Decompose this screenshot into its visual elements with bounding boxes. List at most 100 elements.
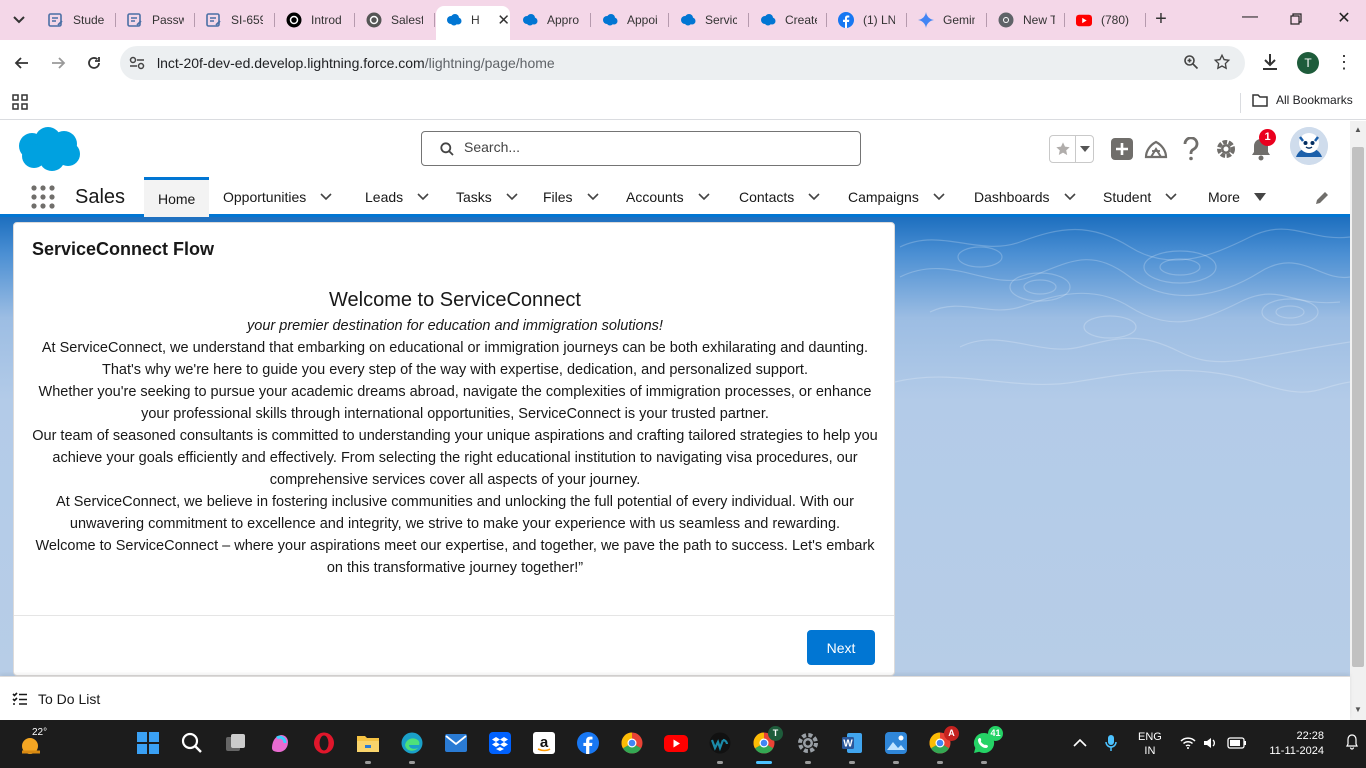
nav-item-campaigns[interactable]: Campaigns: [848, 177, 945, 217]
nav-item-student[interactable]: Student: [1103, 177, 1177, 217]
browser-tab[interactable]: (1) LN: [828, 6, 907, 34]
chevron-down-icon[interactable]: [506, 193, 518, 201]
tab-search-button[interactable]: [6, 8, 32, 32]
search-icon[interactable]: [179, 730, 205, 756]
help-icon[interactable]: [1178, 136, 1204, 162]
edit-nav-pencil-icon[interactable]: [1314, 190, 1330, 209]
mail-icon[interactable]: [443, 730, 469, 756]
nav-item-files[interactable]: Files: [543, 177, 599, 217]
weather-widget[interactable]: 22°: [18, 727, 50, 760]
search-input[interactable]: [464, 139, 844, 155]
opera-icon[interactable]: [311, 730, 337, 756]
minimize-button[interactable]: —: [1238, 8, 1262, 32]
webex-icon[interactable]: [707, 730, 733, 756]
caret-down-icon[interactable]: [1253, 193, 1266, 201]
browser-tab[interactable]: Appro: [512, 6, 591, 34]
site-info-icon[interactable]: [128, 55, 146, 74]
browser-tab[interactable]: Salesf: [356, 6, 435, 34]
wifi-icon[interactable]: [1180, 737, 1196, 752]
chevron-down-icon[interactable]: [933, 193, 945, 201]
chevron-down-icon[interactable]: [320, 193, 332, 201]
scroll-down-arrow-icon[interactable]: ▼: [1354, 705, 1362, 714]
back-button[interactable]: [10, 51, 34, 75]
browser-tab[interactable]: Create: [750, 6, 827, 34]
reload-button[interactable]: [82, 51, 106, 75]
edge-icon[interactable]: [399, 730, 425, 756]
profile-avatar[interactable]: T: [1297, 52, 1319, 74]
scrollbar-thumb[interactable]: [1352, 147, 1364, 667]
global-search-box[interactable]: [421, 131, 861, 166]
apps-grid-icon[interactable]: [12, 94, 28, 113]
file-explorer-icon[interactable]: [355, 730, 381, 756]
all-bookmarks-button[interactable]: All Bookmarks: [1252, 93, 1353, 107]
global-actions-add-icon[interactable]: [1109, 136, 1135, 162]
youtube-icon[interactable]: [663, 730, 689, 756]
word-icon[interactable]: W: [839, 730, 865, 756]
nav-item-home[interactable]: Home: [144, 177, 210, 217]
nav-item-leads[interactable]: Leads: [365, 177, 429, 217]
forward-button[interactable]: [46, 51, 70, 75]
close-tab-icon[interactable]: ✕: [497, 11, 510, 29]
volume-icon[interactable]: [1203, 736, 1217, 753]
nav-item-tasks[interactable]: Tasks: [456, 177, 518, 217]
browser-tab[interactable]: H ✕: [436, 6, 510, 40]
nav-item-more[interactable]: More: [1208, 177, 1266, 217]
chevron-down-icon[interactable]: [417, 193, 429, 201]
nav-item-opportunities[interactable]: Opportunities: [223, 177, 332, 217]
new-tab-button[interactable]: +: [1150, 9, 1172, 31]
nav-item-accounts[interactable]: Accounts: [626, 177, 710, 217]
system-clock[interactable]: 22:28 11-11-2024: [1258, 729, 1324, 759]
download-icon[interactable]: [1260, 52, 1280, 75]
browser-tab[interactable]: New T: [988, 6, 1065, 34]
task-view-icon[interactable]: [223, 730, 249, 756]
amazon-icon[interactable]: a: [531, 730, 557, 756]
whatsapp-icon[interactable]: 41: [971, 726, 1003, 756]
trailhead-guidance-icon[interactable]: [1143, 136, 1169, 162]
browser-menu-icon[interactable]: ⋮: [1335, 52, 1353, 72]
browser-tab[interactable]: Passw: [117, 6, 195, 34]
battery-icon[interactable]: [1227, 737, 1247, 752]
setup-gear-icon[interactable]: [1213, 136, 1239, 162]
restore-button[interactable]: [1284, 8, 1308, 32]
browser-tab[interactable]: Studen: [38, 6, 116, 34]
facebook-icon[interactable]: [575, 730, 601, 756]
close-window-button[interactable]: ✕: [1332, 8, 1356, 32]
zoom-icon[interactable]: [1183, 54, 1199, 73]
browser-tab[interactable]: SI-659: [196, 6, 275, 34]
chevron-down-icon[interactable]: [1063, 193, 1076, 201]
chrome-alt-icon[interactable]: A: [927, 726, 959, 756]
next-button[interactable]: Next: [807, 630, 875, 665]
microphone-icon[interactable]: [1105, 734, 1117, 755]
browser-tab[interactable]: Gemin: [908, 6, 987, 34]
copilot-icon[interactable]: [267, 730, 293, 756]
chevron-down-icon[interactable]: [1165, 193, 1177, 201]
chevron-down-icon[interactable]: [586, 193, 599, 201]
show-hidden-icons-chevron-icon[interactable]: [1073, 736, 1087, 751]
favorites-dropdown-button[interactable]: [1076, 136, 1093, 162]
favorites-star-button[interactable]: [1050, 136, 1076, 162]
app-launcher-icon[interactable]: [31, 185, 55, 212]
nav-item-dashboards[interactable]: Dashboards: [974, 177, 1076, 217]
windows-start-icon[interactable]: [135, 730, 161, 756]
browser-tab[interactable]: (780): [1066, 6, 1146, 34]
bookmark-star-icon[interactable]: [1213, 53, 1231, 74]
address-bar[interactable]: lnct-20f-dev-ed.develop.lightning.force.…: [120, 46, 1245, 80]
todo-list-button[interactable]: To Do List: [12, 691, 100, 707]
notification-center-bell-icon[interactable]: [1346, 734, 1358, 753]
nav-item-contacts[interactable]: Contacts: [739, 177, 820, 217]
input-language-indicator[interactable]: ENG IN: [1138, 730, 1162, 758]
page-scrollbar[interactable]: ▲ ▼: [1350, 121, 1366, 720]
browser-tab[interactable]: Servic: [670, 6, 749, 34]
dropbox-icon[interactable]: [487, 730, 513, 756]
chevron-down-icon[interactable]: [808, 193, 820, 201]
chrome-icon[interactable]: [619, 730, 645, 756]
chrome-profile-icon[interactable]: T: [751, 726, 783, 756]
scroll-up-arrow-icon[interactable]: ▲: [1354, 125, 1362, 134]
browser-tab[interactable]: Appoi: [592, 6, 669, 34]
user-avatar[interactable]: [1290, 127, 1328, 165]
browser-tab[interactable]: Introd: [276, 6, 355, 34]
salesforce-logo[interactable]: [16, 126, 82, 175]
settings-icon[interactable]: [795, 730, 821, 756]
chevron-down-icon[interactable]: [698, 193, 710, 201]
photos-icon[interactable]: [883, 730, 909, 756]
